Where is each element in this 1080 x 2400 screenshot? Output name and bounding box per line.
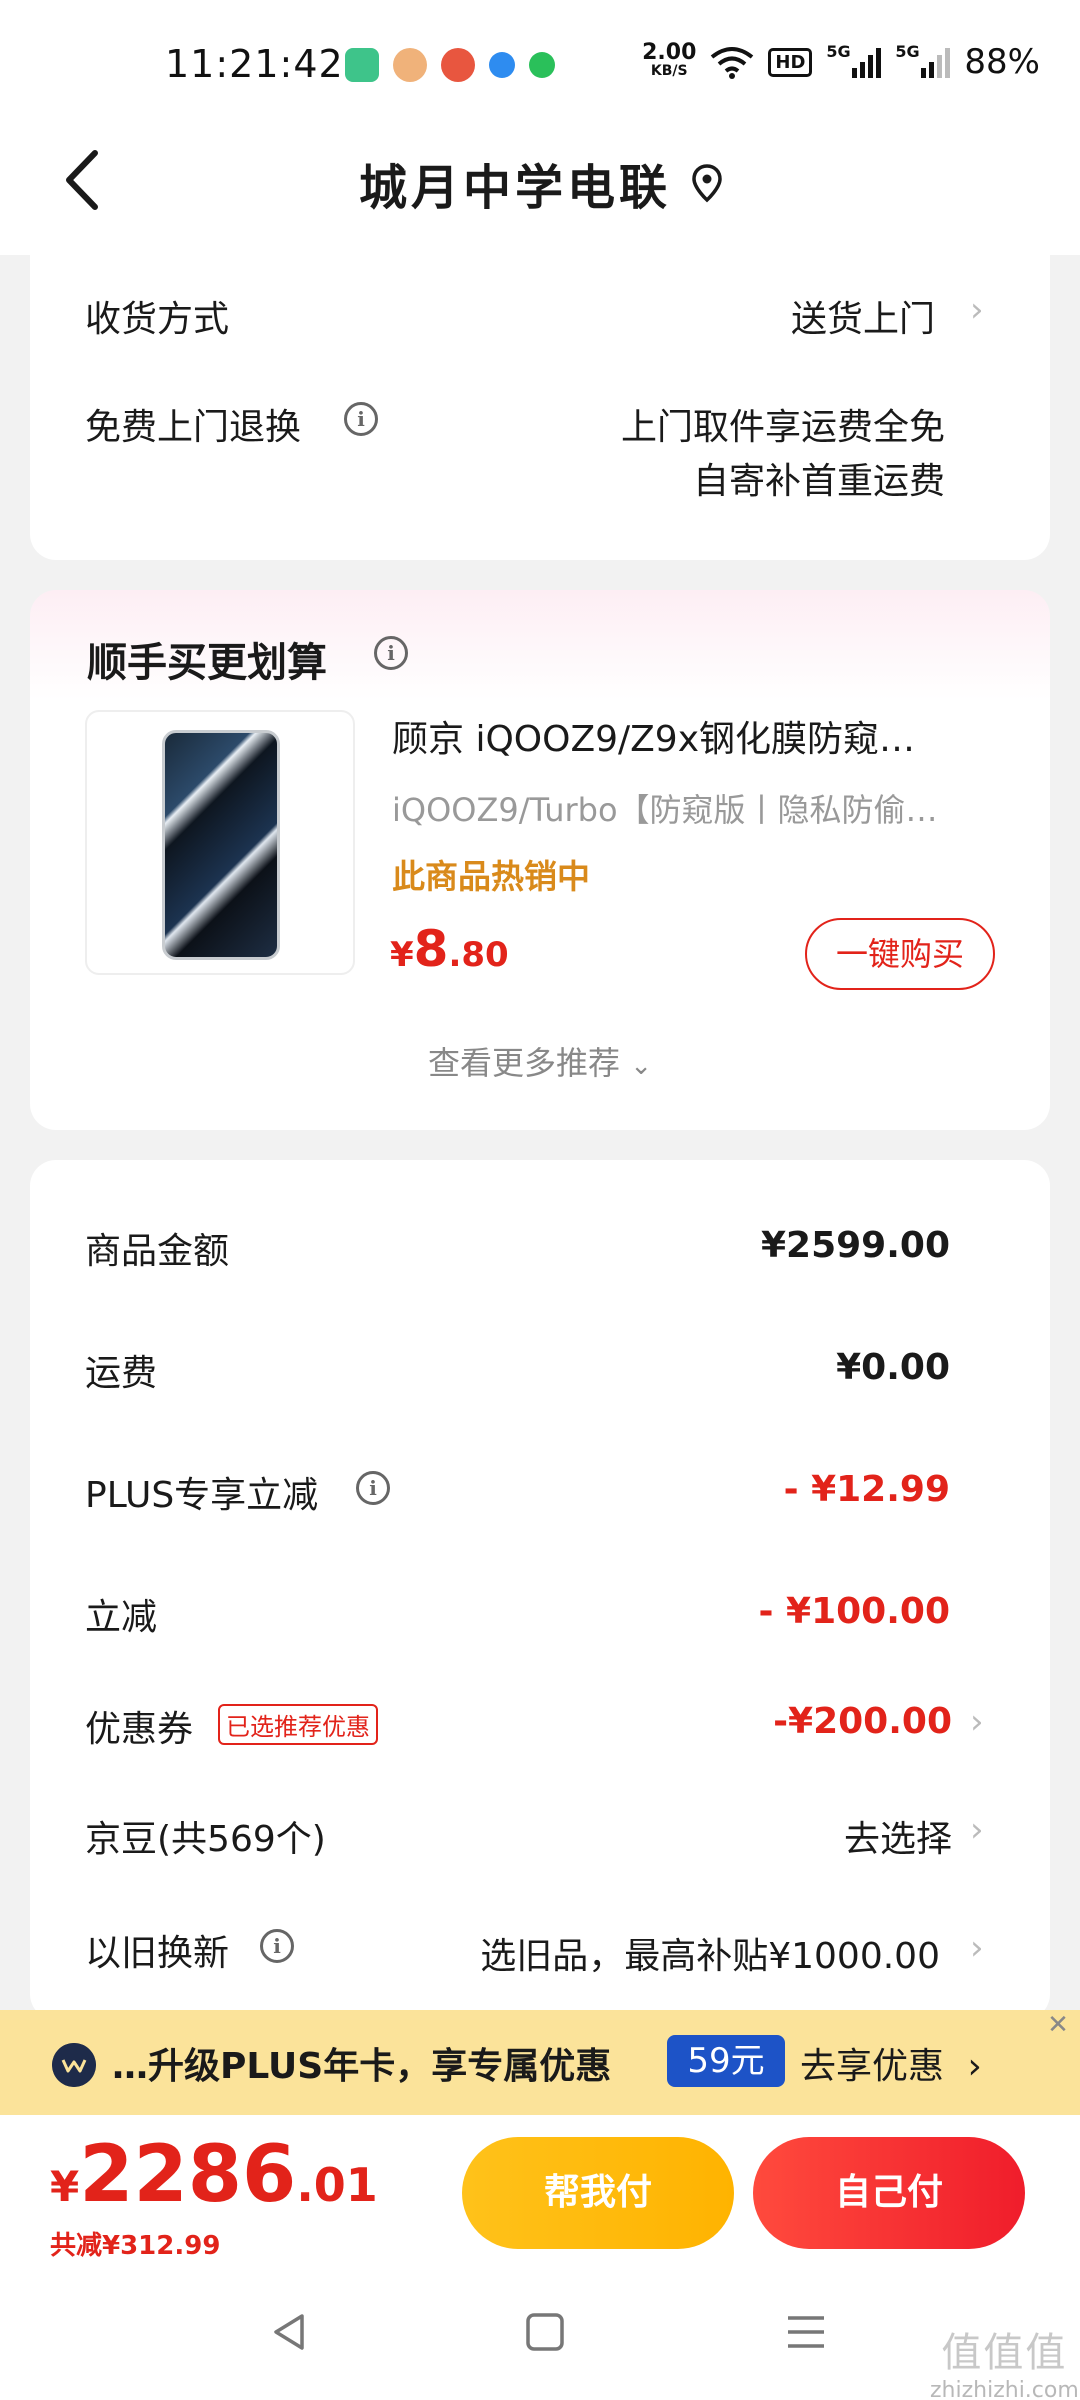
wifi-icon <box>711 47 754 79</box>
status-indicators: 2.00 KB/S HD 5G 5G 88% <box>642 40 1040 83</box>
battery-level: 88% <box>964 42 1040 82</box>
sim2-label: 5G <box>895 42 920 61</box>
app-notification-icon <box>345 48 379 82</box>
delivery-method-label: 收货方式 <box>85 299 230 340</box>
chevron-right-icon: › <box>967 2046 982 2087</box>
watermark-url: zhizhizhi.com <box>930 2378 1079 2400</box>
total-saved: 共减¥312.99 <box>50 2231 221 2261</box>
plus-crown-icon <box>52 2043 96 2087</box>
signal-icon: 5G <box>895 42 951 78</box>
more-recommend-link[interactable]: 查看更多推荐 ⌄ <box>0 1038 1080 1084</box>
plus-promo-cta-label: 去享优惠 <box>800 2046 945 2087</box>
price-summary-card <box>30 1160 1050 2020</box>
product-title[interactable]: 顾京 iQOOZ9/Z9x钢化膜防窥… <box>392 710 1002 762</box>
chevron-right-icon[interactable]: › <box>970 1928 984 1968</box>
app-notification-icon <box>489 52 515 78</box>
page-title: 城月中学电联 <box>358 160 671 216</box>
notification-icons <box>345 48 555 82</box>
hd-icon: HD <box>768 47 813 77</box>
watermark-logo: 值值值 zhizhizhi.com <box>930 2320 1079 2400</box>
chevron-right-icon[interactable]: › <box>970 290 984 330</box>
chevron-right-icon[interactable]: › <box>970 1702 984 1742</box>
nav-home-icon[interactable] <box>523 2310 567 2354</box>
total-currency: ¥ <box>50 2162 80 2211</box>
instant-discount-label: 立减 <box>85 1597 158 1638</box>
product-price: ¥8.80 <box>390 920 509 978</box>
one-click-buy-button[interactable]: 一键购买 <box>805 918 995 990</box>
info-icon[interactable]: i <box>260 1929 294 1963</box>
app-notification-icon <box>529 52 555 78</box>
location-pin-icon[interactable] <box>690 163 724 203</box>
coupon-value[interactable]: -¥200.00 <box>773 1701 952 1742</box>
shipping-label: 运费 <box>85 1353 158 1394</box>
hot-sale-label: 此商品热销中 <box>392 857 590 896</box>
nav-back-icon[interactable] <box>268 2310 312 2354</box>
plus-promo-cta[interactable]: 去享优惠 › <box>800 2037 982 2089</box>
plus-price-badge: 59元 <box>667 2035 785 2087</box>
chevron-right-icon[interactable]: › <box>970 1810 984 1850</box>
free-return-value-line1: 上门取件享运费全免 <box>620 407 945 448</box>
total-decimal: .01 <box>296 2158 378 2212</box>
recommend-title: 顺手买更划算 <box>87 640 327 686</box>
watermark-text: 值值值 <box>941 2330 1068 2376</box>
jd-beans-value[interactable]: 去选择 <box>844 1810 952 1862</box>
price-decimal: .80 <box>448 935 509 975</box>
plus-promo-text: …升级PLUS年卡，享专属优惠 <box>112 2046 612 2087</box>
coupon-label: 优惠券 <box>85 1709 194 1750</box>
close-icon[interactable]: ✕ <box>1043 2010 1073 2040</box>
more-recommend-label: 查看更多推荐 <box>428 1044 621 1082</box>
total-integer: 2286 <box>79 2130 297 2220</box>
goods-amount-value: ¥2599.00 <box>760 1225 950 1266</box>
trade-in-label: 以旧换新 <box>85 1933 230 1974</box>
product-subtitle: iQOOZ9/Turbo【防窥版丨隐私防偷… <box>392 791 938 829</box>
price-currency: ¥ <box>390 935 414 975</box>
instant-discount-value: - ¥100.00 <box>758 1591 950 1632</box>
info-icon[interactable]: i <box>344 402 378 436</box>
plus-discount-value: - ¥12.99 <box>783 1469 950 1510</box>
info-icon[interactable]: i <box>374 636 408 670</box>
product-thumbnail[interactable] <box>85 710 355 975</box>
trade-in-value[interactable]: 选旧品，最高补贴¥1000.00 <box>480 1927 940 1979</box>
recommended-coupon-tag: 已选推荐优惠 <box>218 1704 378 1745</box>
nav-menu-icon[interactable] <box>784 2310 828 2354</box>
self-pay-button[interactable]: 自己付 <box>753 2137 1025 2249</box>
free-return-value-line2: 自寄补首重运费 <box>692 461 945 502</box>
goods-amount-label: 商品金额 <box>85 1231 230 1272</box>
network-speed-value: 2.00 <box>642 40 697 65</box>
price-integer: 8 <box>413 920 449 978</box>
plus-discount-label: PLUS专享立减 <box>85 1475 319 1516</box>
status-time: 11:21:42 <box>165 42 344 86</box>
sim1-label: 5G <box>826 42 851 61</box>
shipping-value: ¥0.00 <box>836 1347 950 1388</box>
delivery-method-value[interactable]: 送货上门 <box>791 290 935 342</box>
chevron-down-icon: ⌄ <box>630 1051 652 1081</box>
jd-beans-label: 京豆(共569个) <box>85 1819 326 1860</box>
free-return-label: 免费上门退换 <box>85 407 302 448</box>
app-notification-icon <box>441 48 475 82</box>
network-speed: 2.00 KB/S <box>642 40 697 80</box>
screen-protector-image <box>162 730 280 960</box>
help-me-pay-button[interactable]: 帮我付 <box>462 2137 734 2249</box>
signal-icon: 5G <box>826 42 882 78</box>
app-notification-icon <box>393 48 427 82</box>
total-price: ¥2286.01 <box>50 2130 378 2220</box>
info-icon[interactable]: i <box>356 1471 390 1505</box>
